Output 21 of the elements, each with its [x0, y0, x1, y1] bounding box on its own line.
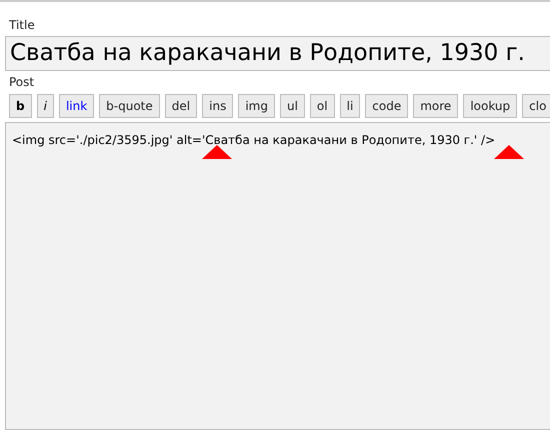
triangle-marker-icon [202, 145, 232, 159]
toolbar-button[interactable]: more [413, 94, 458, 118]
toolbar-button[interactable]: li [340, 94, 360, 118]
toolbar-button[interactable]: b-quote [99, 94, 160, 118]
toolbar-button[interactable]: i [36, 94, 54, 118]
toolbar-button[interactable]: ol [310, 94, 335, 118]
toolbar-button[interactable]: lookup [463, 94, 518, 118]
title-label: Title [9, 18, 35, 32]
title-field[interactable]: Сватба на каракачани в Родопите, 1930 г. [5, 36, 550, 71]
toolbar-button[interactable]: code [365, 94, 408, 118]
post-text: <img src='./pic2/3595.jpg' alt='Сватба на каракачани в Родопите, 1930 г.' /> [12, 133, 496, 147]
post-textarea[interactable]: <img src='./pic2/3595.jpg' alt='Сватба на каракачани в Родопите, 1930 г.' /> [5, 122, 550, 430]
toolbar-button[interactable]: clo [522, 94, 550, 118]
triangle-marker-icon [494, 145, 524, 159]
toolbar-button[interactable]: img [238, 94, 275, 118]
toolbar-button[interactable]: link [58, 94, 94, 118]
post-label: Post [9, 75, 34, 89]
toolbar-button[interactable]: ins [202, 94, 234, 118]
toolbar-button[interactable]: b [9, 94, 32, 118]
toolbar-button[interactable]: del [164, 94, 198, 118]
toolbar-button[interactable]: ul [280, 94, 305, 118]
